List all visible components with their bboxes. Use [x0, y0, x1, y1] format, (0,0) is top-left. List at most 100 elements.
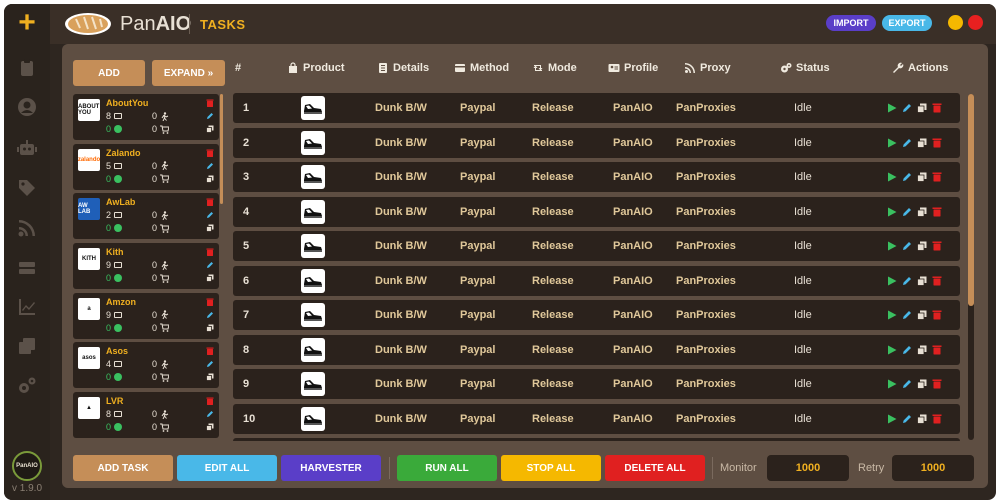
table-row[interactable]: 4 Dunk B/W Paypal Release PanAIO PanProx… [233, 196, 960, 227]
trash-icon[interactable] [932, 310, 942, 320]
play-icon[interactable] [887, 138, 897, 148]
copy-icon[interactable] [917, 310, 927, 320]
task-table-scroll-thumb[interactable] [968, 94, 974, 306]
pencil-icon[interactable] [902, 379, 912, 389]
plus-icon[interactable]: + [14, 8, 40, 38]
play-icon[interactable] [887, 345, 897, 355]
pencil-icon[interactable] [902, 138, 912, 148]
table-row[interactable]: 3 Dunk B/W Paypal Release PanAIO PanProx… [233, 162, 960, 192]
tag-icon[interactable] [15, 176, 39, 200]
trash-icon[interactable] [206, 198, 214, 207]
copy-small-icon[interactable] [206, 175, 214, 183]
pencil-icon[interactable] [902, 172, 912, 182]
trash-icon[interactable] [932, 207, 942, 217]
clipboard-icon[interactable] [15, 56, 39, 80]
table-row[interactable]: 1 Dunk B/W Paypal Release PanAIO PanProx… [233, 93, 960, 123]
gears-icon[interactable] [15, 374, 39, 398]
pencil-icon[interactable] [902, 414, 912, 424]
site-card[interactable]: AW LAB AwLab 2 0 0 0 [73, 193, 219, 240]
robot-icon[interactable] [15, 136, 39, 160]
pencil-icon[interactable] [206, 311, 214, 319]
site-card[interactable]: asos Asos 4 0 0 0 [73, 342, 219, 389]
harvester-button[interactable]: HARVESTER [281, 455, 381, 481]
table-row[interactable]: 6 Dunk B/W Paypal Release PanAIO PanProx… [233, 265, 960, 296]
pencil-icon[interactable] [902, 345, 912, 355]
site-card[interactable]: KITH Kith 9 0 0 0 [73, 243, 219, 290]
pencil-icon[interactable] [902, 241, 912, 251]
trash-icon[interactable] [932, 379, 942, 389]
play-icon[interactable] [887, 379, 897, 389]
close-button[interactable] [968, 15, 983, 30]
pencil-icon[interactable] [902, 207, 912, 217]
play-icon[interactable] [887, 103, 897, 113]
monitor-delay-input[interactable]: 1000 [767, 455, 849, 481]
table-row[interactable]: 5 Dunk B/W Paypal Release PanAIO PanProx… [233, 231, 960, 261]
edit-all-button[interactable]: EDIT ALL [177, 455, 277, 481]
retry-delay-input[interactable]: 1000 [892, 455, 974, 481]
trash-icon[interactable] [206, 248, 214, 257]
trash-icon[interactable] [932, 138, 942, 148]
delete-all-button[interactable]: DELETE ALL [605, 455, 705, 481]
table-row[interactable] [233, 438, 960, 441]
site-card[interactable]: zalando Zalando 5 0 0 0 [73, 143, 219, 190]
trash-icon[interactable] [932, 172, 942, 182]
pencil-icon[interactable] [206, 410, 214, 418]
copy-small-icon[interactable] [206, 125, 214, 133]
copy-small-icon[interactable] [206, 423, 214, 432]
copy-icon[interactable] [917, 345, 927, 355]
copy-icon[interactable] [917, 207, 927, 217]
site-card[interactable]: ▲ LVR 8 0 0 0 [73, 392, 219, 439]
pencil-icon[interactable] [206, 261, 214, 269]
import-button[interactable]: IMPORT [826, 15, 876, 31]
site-card[interactable]: ABOUT YOU AboutYou 8 0 0 0 [73, 94, 219, 140]
trash-icon[interactable] [932, 241, 942, 251]
play-icon[interactable] [887, 276, 897, 286]
copy-small-icon[interactable] [206, 373, 214, 382]
copy-icon[interactable] [917, 414, 927, 424]
trash-icon[interactable] [932, 414, 942, 424]
table-row[interactable]: 7 Dunk B/W Paypal Release PanAIO PanProx… [233, 300, 960, 330]
trash-icon[interactable] [206, 149, 214, 157]
trash-icon[interactable] [932, 276, 942, 286]
pencil-icon[interactable] [206, 360, 214, 368]
pencil-icon[interactable] [206, 162, 214, 170]
trash-icon[interactable] [206, 347, 214, 356]
pencil-icon[interactable] [902, 276, 912, 286]
table-row[interactable]: 8 Dunk B/W Paypal Release PanAIO PanProx… [233, 334, 960, 365]
play-icon[interactable] [887, 207, 897, 217]
add-task-button[interactable]: ADD TASK [73, 455, 173, 481]
copy-small-icon[interactable] [206, 274, 214, 282]
play-icon[interactable] [887, 241, 897, 251]
copy-small-icon[interactable] [206, 224, 214, 233]
copy-icon[interactable] [917, 172, 927, 182]
site-list-scrollbar[interactable] [220, 94, 223, 204]
table-row[interactable]: 2 Dunk B/W Paypal Release PanAIO PanProx… [233, 127, 960, 158]
expand-button[interactable]: EXPAND » [152, 60, 225, 86]
export-button[interactable]: EXPORT [882, 15, 932, 31]
trash-icon[interactable] [206, 298, 214, 306]
play-icon[interactable] [887, 172, 897, 182]
play-icon[interactable] [887, 414, 897, 424]
copy-small-icon[interactable] [206, 324, 214, 332]
trash-icon[interactable] [206, 99, 214, 107]
copy-icon[interactable] [917, 379, 927, 389]
chart-line-icon[interactable] [15, 295, 39, 319]
trash-icon[interactable] [932, 103, 942, 113]
trash-icon[interactable] [932, 345, 942, 355]
run-all-button[interactable]: RUN ALL [397, 455, 497, 481]
stop-all-button[interactable]: STOP ALL [501, 455, 601, 481]
play-icon[interactable] [887, 310, 897, 320]
add-site-button[interactable]: ADD [73, 60, 145, 86]
minimize-button[interactable] [948, 15, 963, 30]
table-row[interactable]: 9 Dunk B/W Paypal Release PanAIO PanProx… [233, 369, 960, 399]
copy-icon[interactable] [917, 138, 927, 148]
rss-icon[interactable] [15, 216, 39, 240]
copy-icon[interactable] [15, 334, 39, 358]
pencil-icon[interactable] [902, 103, 912, 113]
site-card[interactable]: a Amzon 9 0 0 0 [73, 292, 219, 339]
pencil-icon[interactable] [206, 211, 214, 219]
pencil-icon[interactable] [902, 310, 912, 320]
copy-icon[interactable] [917, 241, 927, 251]
server-icon[interactable] [15, 256, 39, 280]
table-row[interactable]: 10 Dunk B/W Paypal Release PanAIO PanPro… [233, 403, 960, 434]
